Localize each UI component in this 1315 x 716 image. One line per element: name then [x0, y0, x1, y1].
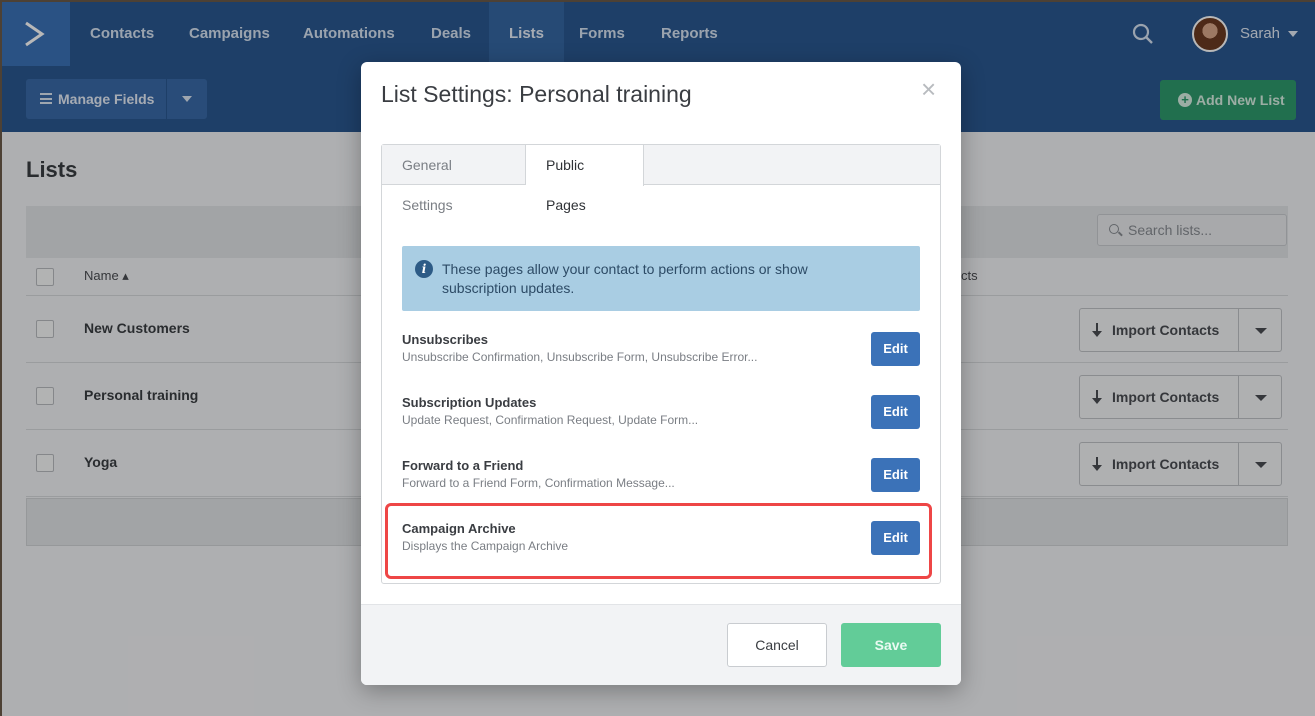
cancel-button[interactable]: Cancel [727, 623, 827, 667]
tab-general-settings[interactable]: General Settings [382, 145, 526, 213]
info-alert: i These pages allow your contact to perf… [402, 246, 920, 311]
public-page-subtitle: Unsubscribe Confirmation, Unsubscribe Fo… [402, 350, 758, 364]
public-page-title: Forward to a Friend [402, 458, 524, 473]
info-text: These pages allow your contact to perfor… [442, 261, 808, 296]
edit-unsubscribes-button[interactable]: Edit [871, 332, 920, 366]
public-page-subtitle: Update Request, Confirmation Request, Up… [402, 413, 699, 427]
highlight-annotation [385, 503, 932, 579]
public-page-title: Unsubscribes [402, 332, 488, 347]
public-page-title: Subscription Updates [402, 395, 537, 410]
edit-forward-to-friend-button[interactable]: Edit [871, 458, 920, 492]
public-page-item: Unsubscribes Unsubscribe Confirmation, U… [402, 327, 920, 381]
public-page-item: Subscription Updates Update Request, Con… [402, 390, 920, 444]
edit-subscription-updates-button[interactable]: Edit [871, 395, 920, 429]
public-page-subtitle: Forward to a Friend Form, Confirmation M… [402, 476, 675, 490]
list-settings-modal: List Settings: Personal training × Gener… [361, 62, 961, 685]
public-page-item: Forward to a Friend Forward to a Friend … [402, 453, 920, 507]
save-button[interactable]: Save [841, 623, 941, 667]
close-icon[interactable]: × [921, 76, 936, 102]
info-icon: i [415, 260, 433, 278]
tab-public-pages[interactable]: Public Pages [526, 145, 644, 213]
modal-footer: Cancel Save [361, 604, 961, 685]
tab-bar: General Settings Public Pages [382, 145, 940, 213]
modal-title: List Settings: Personal training [381, 81, 692, 107]
